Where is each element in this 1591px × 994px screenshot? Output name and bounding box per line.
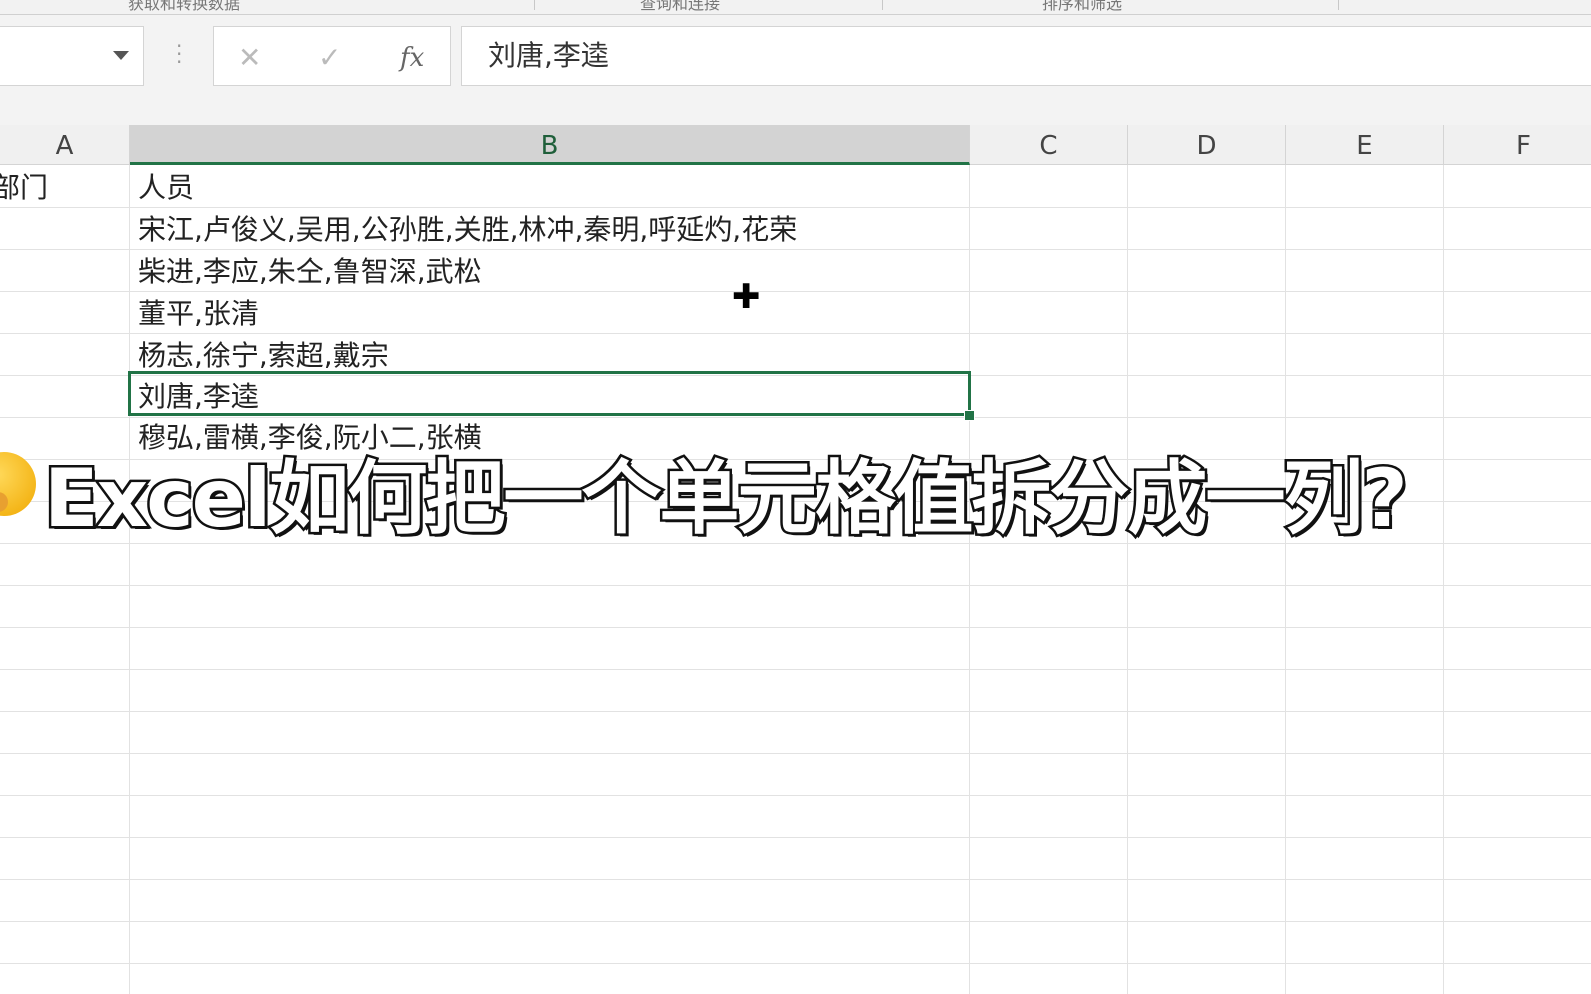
grid-line bbox=[0, 207, 1591, 208]
cell-b2[interactable]: 宋江,卢俊义,吴用,公孙胜,关胜,林冲,秦明,呼延灼,花荣 bbox=[138, 210, 797, 250]
grid-line bbox=[0, 711, 1591, 712]
video-caption: Excel如何把一个单元格值拆分成一列? bbox=[42, 450, 1411, 548]
ribbon-separator bbox=[1338, 0, 1339, 10]
grid-line bbox=[1443, 165, 1444, 994]
formula-input[interactable]: 刘唐,李逵 bbox=[461, 26, 1591, 86]
insert-function-icon[interactable]: fx bbox=[400, 43, 424, 73]
grid-line bbox=[0, 921, 1591, 922]
check-icon[interactable]: ✓ bbox=[318, 41, 341, 74]
cell-b3[interactable]: 柴进,李应,朱仝,鲁智深,武松 bbox=[138, 252, 482, 292]
ribbon-group-sort-filter[interactable]: 排序和筛选 bbox=[1042, 0, 1122, 14]
ribbon-group-queries[interactable]: 查询和连接 bbox=[640, 0, 720, 14]
cell-b4[interactable]: 董平,张清 bbox=[138, 294, 259, 334]
cancel-icon[interactable]: ✕ bbox=[238, 41, 261, 74]
grid-line bbox=[0, 879, 1591, 880]
column-header-e[interactable]: E bbox=[1286, 125, 1444, 165]
grid-line bbox=[0, 795, 1591, 796]
hand-icon bbox=[0, 492, 8, 512]
column-header-c[interactable]: C bbox=[970, 125, 1128, 165]
grid-line bbox=[0, 585, 1591, 586]
ribbon-strip: 获取和转换数据 查询和连接 排序和筛选 bbox=[0, 0, 1591, 15]
column-header-d[interactable]: D bbox=[1128, 125, 1286, 165]
cell-b5[interactable]: 杨志,徐宁,索超,戴宗 bbox=[138, 336, 389, 376]
active-cell-border bbox=[128, 371, 971, 416]
fill-handle[interactable] bbox=[964, 410, 975, 421]
ribbon-group-get-data[interactable]: 获取和转换数据 bbox=[128, 0, 240, 14]
drag-handle-icon[interactable]: · · · bbox=[176, 36, 182, 72]
cell-cursor-icon: ✚ bbox=[732, 277, 761, 317]
thinking-face-icon bbox=[0, 452, 36, 516]
grid-line bbox=[0, 627, 1591, 628]
grid-line bbox=[969, 165, 970, 994]
grid-line bbox=[1127, 165, 1128, 994]
column-header-f[interactable]: F bbox=[1444, 125, 1591, 165]
column-header-b[interactable]: B bbox=[130, 125, 970, 165]
grid-line bbox=[0, 753, 1591, 754]
column-header-a[interactable]: A bbox=[0, 125, 130, 165]
grid-line bbox=[0, 669, 1591, 670]
chevron-down-icon[interactable] bbox=[113, 51, 129, 60]
grid-line bbox=[1285, 165, 1286, 994]
cell-a1[interactable]: 部门 bbox=[0, 168, 48, 208]
grid-line bbox=[129, 165, 130, 994]
grid-line bbox=[0, 837, 1591, 838]
ribbon-separator bbox=[534, 0, 535, 10]
grid-line bbox=[0, 963, 1591, 964]
cell-b1[interactable]: 人员 bbox=[138, 168, 194, 208]
name-box[interactable] bbox=[0, 26, 144, 86]
ribbon-separator bbox=[882, 0, 883, 10]
formula-buttons: ✕ ✓ fx bbox=[213, 26, 451, 86]
